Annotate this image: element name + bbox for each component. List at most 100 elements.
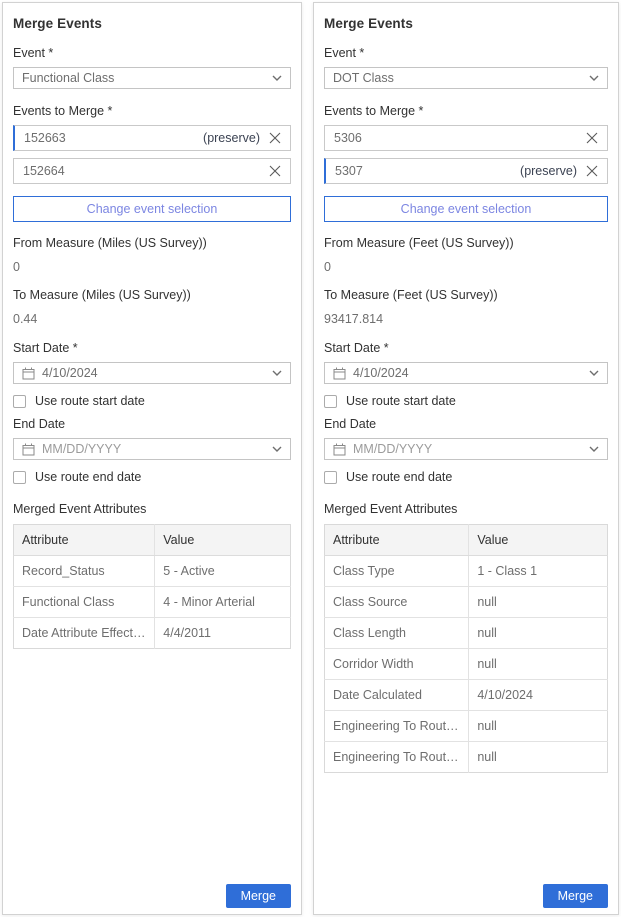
- start-date-label: Start Date *: [13, 341, 291, 355]
- merged-attributes-table: Attribute Value Class Type 1 - Class 1 C…: [324, 524, 608, 773]
- event-select[interactable]: DOT Class: [324, 67, 608, 89]
- value-cell: null: [469, 742, 608, 773]
- value-cell: null: [469, 587, 608, 618]
- attribute-column-header: Attribute: [14, 525, 155, 556]
- table-row: Engineering To RouteID null: [325, 711, 608, 742]
- use-route-end-date-row: Use route end date: [324, 470, 608, 484]
- to-measure-label: To Measure (Feet (US Survey)): [324, 288, 608, 302]
- end-date-placeholder: MM/DD/YYYY: [353, 442, 589, 456]
- calendar-icon: [22, 443, 35, 456]
- start-date-picker[interactable]: 4/10/2024: [324, 362, 608, 384]
- close-icon[interactable]: [269, 132, 281, 144]
- attribute-cell: Date Attribute Effective: [14, 618, 155, 649]
- table-row: Engineering To Route ... null: [325, 742, 608, 773]
- use-route-end-date-label: Use route end date: [35, 470, 141, 484]
- close-icon[interactable]: [586, 132, 598, 144]
- value-cell: 4 - Minor Arterial: [155, 587, 291, 618]
- merged-event-attributes-title: Merged Event Attributes: [324, 502, 608, 516]
- from-measure-label: From Measure (Feet (US Survey)): [324, 236, 608, 250]
- use-route-start-date-row: Use route start date: [13, 394, 291, 408]
- table-row: Class Type 1 - Class 1: [325, 556, 608, 587]
- table-row: Record_Status 5 - Active: [14, 556, 291, 587]
- value-cell: 4/4/2011: [155, 618, 291, 649]
- to-measure-label: To Measure (Miles (US Survey)): [13, 288, 291, 302]
- event-select[interactable]: Functional Class: [13, 67, 291, 89]
- end-date-picker[interactable]: MM/DD/YYYY: [13, 438, 291, 460]
- value-cell: null: [469, 618, 608, 649]
- attribute-cell: Class Source: [325, 587, 469, 618]
- value-cell: null: [469, 649, 608, 680]
- change-event-selection-button[interactable]: Change event selection: [13, 196, 291, 222]
- end-date-label: End Date: [324, 417, 608, 431]
- use-route-end-date-label: Use route end date: [346, 470, 452, 484]
- close-icon[interactable]: [586, 165, 598, 177]
- preserve-badge: (preserve): [520, 164, 577, 178]
- table-row: Date Calculated 4/10/2024: [325, 680, 608, 711]
- attribute-cell: Corridor Width: [325, 649, 469, 680]
- events-to-merge-label: Events to Merge *: [324, 104, 608, 118]
- value-cell: 4/10/2024: [469, 680, 608, 711]
- value-cell: 5 - Active: [155, 556, 291, 587]
- calendar-icon: [22, 367, 35, 380]
- table-row: Class Length null: [325, 618, 608, 649]
- event-id: 152664: [23, 164, 260, 178]
- merge-button[interactable]: Merge: [226, 884, 291, 908]
- event-item[interactable]: 152663 (preserve): [13, 125, 291, 151]
- start-date-picker[interactable]: 4/10/2024: [13, 362, 291, 384]
- chevron-down-icon: [272, 75, 282, 81]
- merged-attributes-table: Attribute Value Record_Status 5 - Active…: [13, 524, 291, 649]
- event-item[interactable]: 5306: [324, 125, 608, 151]
- event-id: 152663: [24, 131, 203, 145]
- use-route-end-date-row: Use route end date: [13, 470, 291, 484]
- panel-title: Merge Events: [13, 16, 291, 31]
- attribute-cell: Date Calculated: [325, 680, 469, 711]
- use-route-end-date-checkbox[interactable]: [324, 471, 337, 484]
- events-to-merge-label: Events to Merge *: [13, 104, 291, 118]
- merged-event-attributes-title: Merged Event Attributes: [13, 502, 291, 516]
- attribute-cell: Class Length: [325, 618, 469, 649]
- chevron-down-icon: [272, 370, 282, 376]
- end-date-label: End Date: [13, 417, 291, 431]
- value-column-header: Value: [469, 525, 608, 556]
- start-date-value: 4/10/2024: [42, 366, 272, 380]
- table-row: Class Source null: [325, 587, 608, 618]
- merge-button[interactable]: Merge: [543, 884, 608, 908]
- to-measure-value: 93417.814: [324, 312, 608, 326]
- value-cell: 1 - Class 1: [469, 556, 608, 587]
- use-route-start-date-row: Use route start date: [324, 394, 608, 408]
- panel-title: Merge Events: [324, 16, 608, 31]
- from-measure-label: From Measure (Miles (US Survey)): [13, 236, 291, 250]
- change-event-selection-button[interactable]: Change event selection: [324, 196, 608, 222]
- event-label: Event *: [324, 46, 608, 60]
- use-route-start-date-label: Use route start date: [35, 394, 145, 408]
- table-header-row: Attribute Value: [14, 525, 291, 556]
- merge-events-panel-1: Merge Events Event * Functional Class Ev…: [2, 2, 302, 915]
- event-item[interactable]: 5307 (preserve): [324, 158, 608, 184]
- chevron-down-icon: [589, 370, 599, 376]
- chevron-down-icon: [589, 75, 599, 81]
- table-row: Date Attribute Effective 4/4/2011: [14, 618, 291, 649]
- to-measure-value: 0.44: [13, 312, 291, 326]
- use-route-start-date-checkbox[interactable]: [324, 395, 337, 408]
- from-measure-value: 0: [13, 260, 291, 274]
- from-measure-value: 0: [324, 260, 608, 274]
- calendar-icon: [333, 443, 346, 456]
- event-item[interactable]: 152664: [13, 158, 291, 184]
- attribute-cell: Class Type: [325, 556, 469, 587]
- event-id: 5306: [334, 131, 577, 145]
- table-row: Corridor Width null: [325, 649, 608, 680]
- close-icon[interactable]: [269, 165, 281, 177]
- attribute-cell: Record_Status: [14, 556, 155, 587]
- table-header-row: Attribute Value: [325, 525, 608, 556]
- end-date-picker[interactable]: MM/DD/YYYY: [324, 438, 608, 460]
- use-route-start-date-label: Use route start date: [346, 394, 456, 408]
- use-route-end-date-checkbox[interactable]: [13, 471, 26, 484]
- merge-events-panel-2: Merge Events Event * DOT Class Events to…: [313, 2, 619, 915]
- event-label: Event *: [13, 46, 291, 60]
- chevron-down-icon: [272, 446, 282, 452]
- event-select-value: Functional Class: [22, 71, 272, 85]
- use-route-start-date-checkbox[interactable]: [13, 395, 26, 408]
- event-id: 5307: [335, 164, 520, 178]
- preserve-badge: (preserve): [203, 131, 260, 145]
- end-date-placeholder: MM/DD/YYYY: [42, 442, 272, 456]
